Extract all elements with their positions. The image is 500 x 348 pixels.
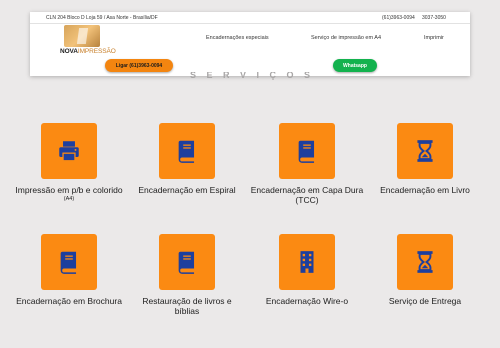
- hourglass-icon: [417, 251, 433, 273]
- book-icon: [178, 140, 195, 163]
- call-button[interactable]: Ligar (61)3963-0094: [105, 59, 173, 72]
- logo-word-nova: NOVA: [60, 48, 78, 55]
- service-card-restauracao[interactable]: Restauração de livros e bíblias: [130, 234, 244, 316]
- service-label: Encadernação em Livro: [380, 185, 470, 195]
- logo-wordmark: NOVAIMPRESSÃO: [60, 48, 116, 55]
- nav-link-encadernacoes[interactable]: Encadernações especiais: [206, 35, 269, 41]
- service-tile[interactable]: [159, 234, 215, 290]
- service-card-wire-o[interactable]: Encadernação Wire-o: [250, 234, 364, 306]
- service-card-capa-dura[interactable]: Encadernação em Capa Dura (TCC): [250, 123, 364, 205]
- service-label: Impressão em p/b e colorido: [15, 185, 123, 195]
- phone-link-1[interactable]: (61)3963-0094: [382, 15, 415, 21]
- service-tile[interactable]: [397, 234, 453, 290]
- building-icon: [300, 251, 314, 273]
- hourglass-icon: [417, 140, 433, 162]
- service-label: Restauração de livros e bíblias: [142, 296, 232, 316]
- book-icon: [298, 140, 315, 163]
- logo-mark: [64, 25, 100, 47]
- contact-bar: CLN 204 Bloco D Loja 59 / Asa Norte - Br…: [30, 12, 470, 24]
- service-label: Encadernação Wire-o: [265, 296, 349, 306]
- address-text: CLN 204 Bloco D Loja 59 / Asa Norte - Br…: [46, 15, 158, 21]
- service-card-entrega[interactable]: Serviço de Entrega: [368, 234, 482, 306]
- service-card-impressao[interactable]: Impressão em p/b e colorido (A4): [12, 123, 126, 203]
- service-tile[interactable]: [279, 123, 335, 179]
- phone-link-2[interactable]: 3037-3050: [422, 15, 446, 21]
- printer-icon: [59, 141, 79, 162]
- service-tile[interactable]: [41, 123, 97, 179]
- service-label: Serviço de Entrega: [388, 296, 462, 306]
- nav-link-impressao-a4[interactable]: Serviço de impressão em A4: [311, 35, 381, 41]
- service-tile[interactable]: [41, 234, 97, 290]
- service-card-espiral[interactable]: Encadernação em Espiral: [130, 123, 244, 195]
- service-tile[interactable]: [279, 234, 335, 290]
- book-icon: [60, 251, 77, 274]
- service-sublabel: (A4): [63, 196, 75, 202]
- site-header: CLN 204 Bloco D Loja 59 / Asa Norte - Br…: [30, 12, 470, 76]
- service-card-brochura[interactable]: Encadernação em Brochura: [12, 234, 126, 306]
- service-label: Encadernação em Capa Dura (TCC): [250, 185, 364, 205]
- nav-link-imprimir[interactable]: Imprimir: [424, 35, 444, 41]
- service-tile[interactable]: [159, 123, 215, 179]
- logo-word-impressao: IMPRESSÃO: [77, 48, 116, 55]
- service-card-livro[interactable]: Encadernação em Livro: [368, 123, 482, 195]
- logo[interactable]: NOVAIMPRESSÃO: [60, 25, 116, 55]
- whatsapp-button[interactable]: Whatsapp: [333, 59, 377, 72]
- service-tile[interactable]: [397, 123, 453, 179]
- section-title: S E R V I Ç O S: [190, 72, 315, 80]
- service-label: Encadernação em Brochura: [16, 296, 122, 306]
- book-icon: [178, 251, 195, 274]
- service-label: Encadernação em Espiral: [138, 185, 236, 195]
